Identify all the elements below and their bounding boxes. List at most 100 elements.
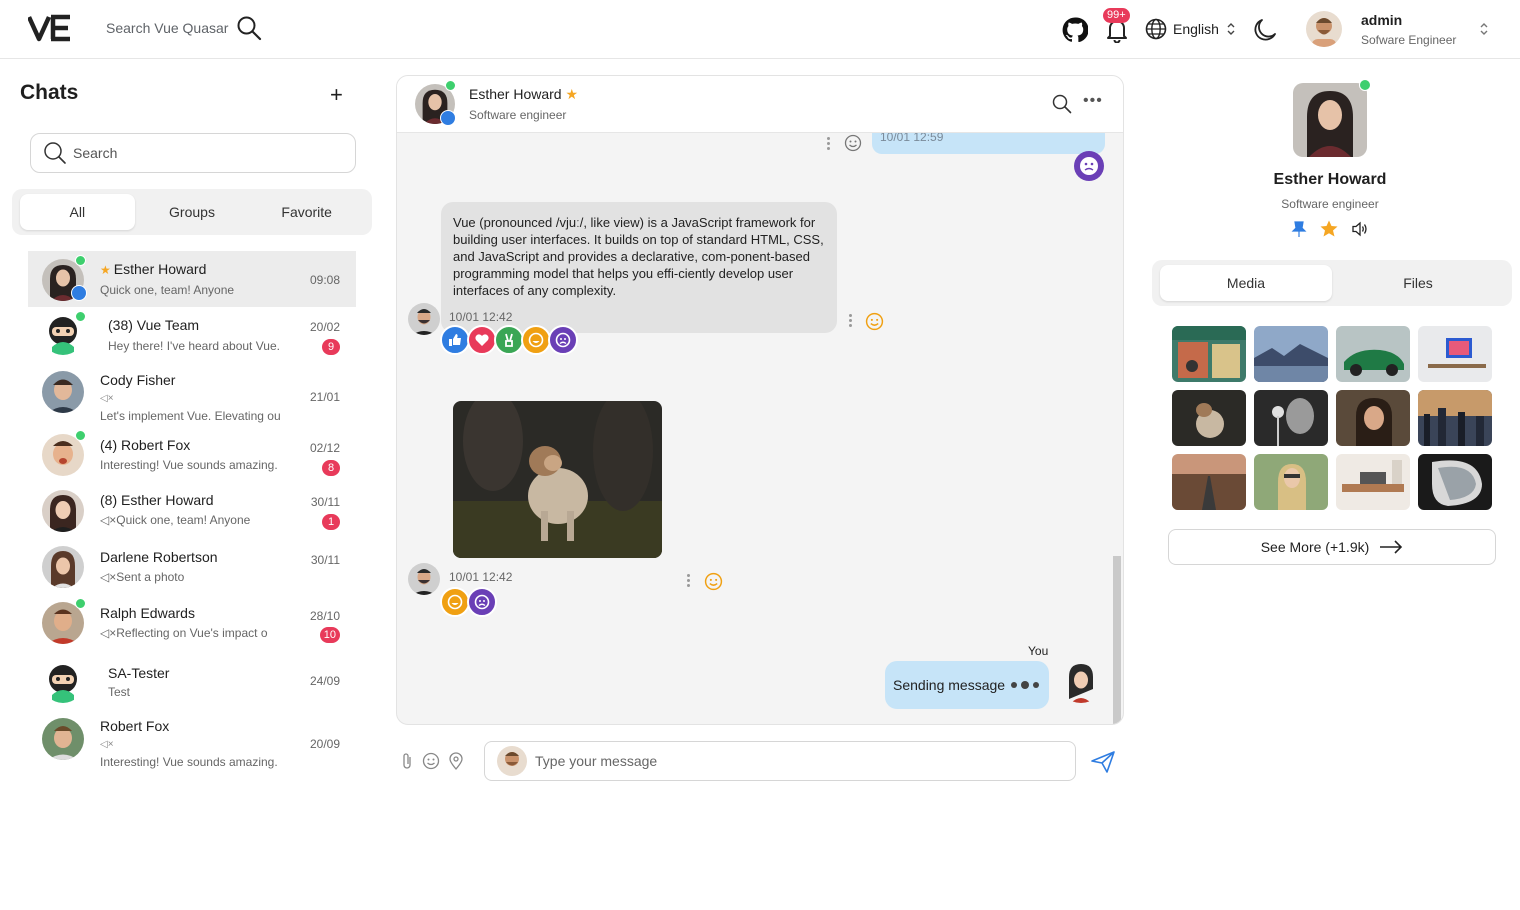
globe-icon: [1145, 18, 1167, 40]
chat-name: SA-Tester: [108, 665, 170, 681]
chat-last-message: Test: [108, 685, 131, 699]
tab-media[interactable]: Media: [1160, 265, 1332, 301]
profile-avatar[interactable]: [1293, 83, 1367, 157]
chat-search-input[interactable]: Search: [30, 133, 356, 173]
language-select[interactable]: English: [1145, 18, 1237, 40]
chat-list: ★ Esther Howard Quick one, team! Anyone 0…: [28, 251, 356, 806]
conversation-panel: 10/01 12:59 Esther Howard ★ Software eng…: [396, 75, 1124, 725]
media-thumbnail[interactable]: [1172, 454, 1246, 510]
chat-time: 02/12: [309, 441, 340, 455]
avatar: [408, 303, 440, 335]
media-thumbnail[interactable]: [1418, 390, 1492, 446]
contact-role: Software engineer: [469, 108, 567, 122]
vue-logo[interactable]: [28, 14, 72, 42]
chat-item-darlene-robertson[interactable]: Darlene Robertson ◁×Sent a photo 30/11: [28, 544, 356, 600]
tab-files[interactable]: Files: [1332, 265, 1504, 301]
chat-item-ralph-edwards[interactable]: Ralph Edwards ◁×Reflecting on Vue's impa…: [28, 598, 356, 657]
global-search[interactable]: Search Vue Quasar: [106, 14, 262, 42]
avatar: [42, 371, 84, 413]
chat-item-vue-team[interactable]: (38) Vue Team Hey there! I've heard abou…: [28, 307, 356, 364]
media-thumbnail[interactable]: [1418, 326, 1492, 382]
star-icon: ★: [565, 86, 579, 102]
conversation-header: Esther Howard ★ Software engineer •••: [397, 76, 1123, 133]
media-thumbnail[interactable]: [1254, 390, 1328, 446]
like-reaction-icon[interactable]: [440, 325, 470, 355]
user-name: admin: [1361, 12, 1403, 28]
add-reaction-icon[interactable]: [865, 312, 884, 331]
tab-all[interactable]: All: [20, 194, 135, 230]
media-thumbnail[interactable]: [1336, 326, 1410, 382]
sad-reaction-icon[interactable]: [548, 325, 578, 355]
message-menu-icon[interactable]: [827, 137, 831, 152]
message-menu-icon[interactable]: [849, 314, 853, 329]
chat-item-esther-howard-group[interactable]: (8) Esther Howard ◁×Quick one, team! Any…: [28, 487, 356, 544]
tab-groups[interactable]: Groups: [135, 194, 250, 230]
chat-item-esther-howard[interactable]: ★ Esther Howard Quick one, team! Anyone 0…: [28, 251, 356, 307]
profile-actions: [1291, 219, 1369, 239]
online-indicator: [1359, 79, 1371, 91]
message-reactions: [440, 325, 578, 355]
message-time: 10/01 12:42: [449, 310, 513, 324]
media-thumbnail[interactable]: [1172, 326, 1246, 382]
own-message-bubble[interactable]: 10/01 12:59: [872, 131, 1105, 154]
arrow-right-icon: [1380, 540, 1403, 554]
chat-item-cody-fisher[interactable]: Cody Fisher ◁× Let's implement Vue. Elev…: [28, 364, 356, 432]
message-input[interactable]: [535, 753, 1035, 769]
message-menu-icon[interactable]: [687, 574, 691, 589]
profile-role: Software engineer: [1281, 197, 1379, 211]
chat-time: 21/01: [309, 390, 340, 404]
dog-photo[interactable]: [453, 401, 662, 558]
github-icon[interactable]: [1062, 17, 1088, 43]
chat-last-message: Interesting! Vue sounds amazing.: [100, 458, 278, 472]
avatar: [42, 718, 84, 760]
mute-icon: ◁×: [100, 393, 114, 404]
chat-search-placeholder: Search: [73, 145, 118, 161]
star-icon[interactable]: [1319, 219, 1339, 239]
add-reaction-icon[interactable]: [704, 572, 723, 591]
laugh-reaction-icon[interactable]: [521, 325, 551, 355]
search-icon[interactable]: [1052, 94, 1072, 114]
see-more-button[interactable]: See More (+1.9k): [1168, 529, 1496, 565]
typing-indicator: [1011, 681, 1039, 689]
laugh-reaction-icon[interactable]: [440, 587, 470, 617]
media-grid: [1172, 326, 1492, 510]
media-thumbnail[interactable]: [1172, 390, 1246, 446]
new-chat-plus-icon[interactable]: +: [330, 82, 343, 108]
send-icon[interactable]: [1090, 750, 1116, 774]
chat-last-message: ◁×Sent a photo: [100, 570, 185, 584]
emoji-icon[interactable]: [422, 752, 440, 770]
location-pin-icon[interactable]: [448, 752, 464, 770]
user-menu-chevron-icon[interactable]: [1478, 22, 1490, 36]
chat-scrollbar[interactable]: [1113, 556, 1121, 724]
chat-last-message: Quick one, team! Anyone: [100, 283, 235, 297]
user-avatar[interactable]: [1306, 11, 1342, 47]
unread-badge: 8: [322, 460, 340, 476]
sad-reaction-icon[interactable]: [467, 587, 497, 617]
media-thumbnail[interactable]: [1336, 390, 1410, 446]
online-indicator: [75, 430, 86, 441]
speaker-icon[interactable]: [1351, 221, 1369, 237]
chat-item-robert-fox-group[interactable]: (4) Robert Fox Interesting! Vue sounds a…: [28, 430, 356, 487]
tab-favorite[interactable]: Favorite: [249, 194, 364, 230]
pin-icon[interactable]: [1291, 220, 1307, 238]
victory-reaction-icon[interactable]: [494, 325, 524, 355]
chat-time: 20/09: [309, 737, 340, 751]
chat-filter-tabs: All Groups Favorite: [12, 189, 372, 235]
add-reaction-icon[interactable]: [844, 134, 862, 152]
unread-badge: 10: [319, 627, 340, 643]
media-thumbnail[interactable]: [1418, 454, 1492, 510]
chat-item-sa-tester[interactable]: SA-Tester Test 24/09: [28, 657, 356, 714]
search-icon: [237, 16, 262, 41]
avatar: [497, 746, 527, 776]
chat-last-message: ◁×Quick one, team! Anyone: [100, 513, 251, 527]
more-options-icon[interactable]: •••: [1083, 92, 1103, 110]
love-reaction-icon[interactable]: [467, 325, 497, 355]
dark-mode-moon-icon[interactable]: [1252, 17, 1278, 43]
media-thumbnail[interactable]: [1254, 454, 1328, 510]
profile-tabs: Media Files: [1152, 260, 1512, 306]
media-thumbnail[interactable]: [1254, 326, 1328, 382]
paperclip-icon[interactable]: [400, 752, 414, 770]
media-thumbnail[interactable]: [1336, 454, 1410, 510]
sad-reaction-icon[interactable]: [1073, 150, 1105, 182]
chat-item-robert-fox[interactable]: Robert Fox ◁× Interesting! Vue sounds am…: [28, 714, 356, 778]
